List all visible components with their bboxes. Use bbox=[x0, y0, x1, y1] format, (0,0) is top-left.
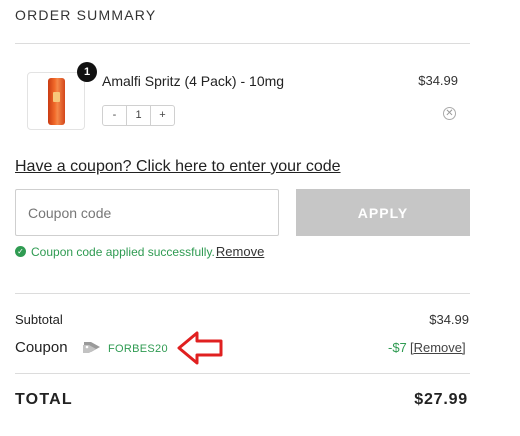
subtotal-label: Subtotal bbox=[15, 312, 63, 327]
quantity-stepper[interactable]: - 1 + bbox=[102, 105, 175, 126]
decrement-button[interactable]: - bbox=[103, 106, 126, 125]
applied-coupon-code: FORBES20 bbox=[108, 343, 168, 355]
increment-button[interactable]: + bbox=[151, 106, 174, 125]
order-summary-title: ORDER SUMMARY bbox=[15, 7, 157, 23]
success-text: Coupon code applied successfully. bbox=[31, 244, 215, 259]
product-can-image bbox=[48, 78, 65, 125]
coupon-success-message: ✓ Coupon code applied successfully. Remo… bbox=[15, 244, 264, 259]
total-label: TOTAL bbox=[15, 391, 73, 408]
coupon-toggle-link[interactable]: Have a coupon? Click here to enter your … bbox=[15, 158, 341, 176]
apply-coupon-button[interactable]: APPLY bbox=[296, 189, 470, 236]
success-check-icon: ✓ bbox=[15, 246, 26, 257]
remove-item-icon[interactable]: ✕ bbox=[443, 107, 456, 120]
quantity-value[interactable]: 1 bbox=[126, 106, 151, 125]
annotation-arrow-icon bbox=[177, 331, 223, 365]
coupon-discount: -$7 bbox=[388, 340, 407, 355]
total-value: $27.99 bbox=[414, 391, 468, 408]
divider bbox=[15, 373, 470, 374]
subtotal-value: $34.99 bbox=[429, 312, 469, 327]
divider bbox=[15, 293, 470, 294]
success-remove-link[interactable]: Remove bbox=[216, 244, 264, 259]
coupon-label: Coupon bbox=[15, 339, 68, 356]
product-price: $34.99 bbox=[418, 73, 458, 88]
coupon-code-input[interactable] bbox=[15, 189, 279, 236]
coupon-remove-link[interactable]: [Remove] bbox=[410, 340, 466, 355]
divider bbox=[15, 43, 470, 44]
product-name: Amalfi Spritz (4 Pack) - 10mg bbox=[102, 73, 285, 89]
quantity-badge: 1 bbox=[77, 62, 97, 82]
product-thumbnail bbox=[27, 72, 85, 130]
tag-icon bbox=[83, 342, 100, 353]
